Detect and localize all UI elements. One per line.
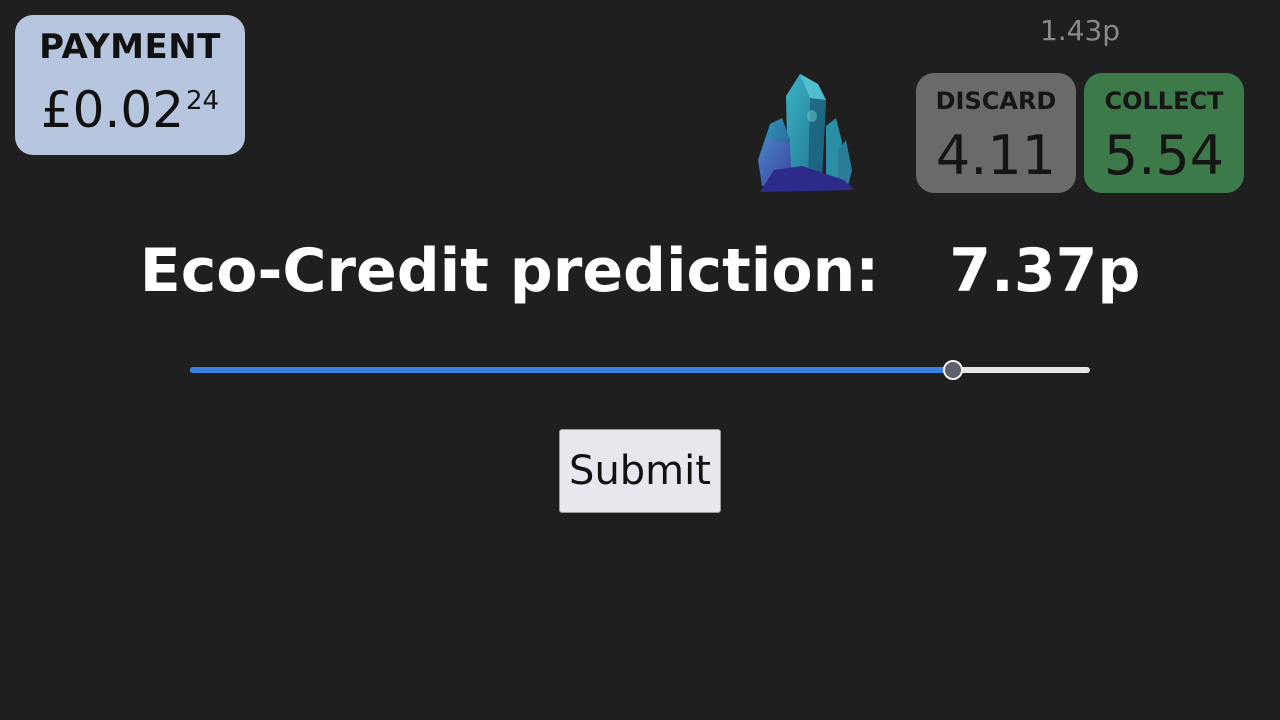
prediction-value: 7.37p [949,236,1141,306]
payment-amount-fraction: 24 [186,86,220,116]
discard-value: 4.11 [935,124,1057,187]
collect-label: COLLECT [1104,87,1224,115]
collect-value: 5.54 [1103,124,1225,187]
payment-panel: PAYMENT £0.0224 [15,15,245,155]
slider-fill [190,367,954,373]
top-readout: 1.43p [1039,14,1121,47]
discard-label: DISCARD [935,87,1057,115]
prediction-heading: Eco-Credit prediction: 7.37p [0,236,1280,306]
collect-button[interactable]: COLLECT 5.54 [1084,73,1244,193]
slider-thumb[interactable] [943,360,964,380]
prediction-label: Eco-Credit prediction: [139,236,880,306]
game-screen: PAYMENT £0.0224 1.43p DISCARD 4.11 COLLE… [0,0,1280,720]
discard-button[interactable]: DISCARD 4.11 [916,73,1076,193]
crystal-icon [758,74,854,192]
submit-button[interactable]: Submit [559,429,721,513]
payment-amount: £0.0224 [15,71,245,140]
payment-label: PAYMENT [39,27,221,67]
payment-amount-main: £0.02 [40,81,185,139]
prediction-slider[interactable] [190,360,1090,380]
